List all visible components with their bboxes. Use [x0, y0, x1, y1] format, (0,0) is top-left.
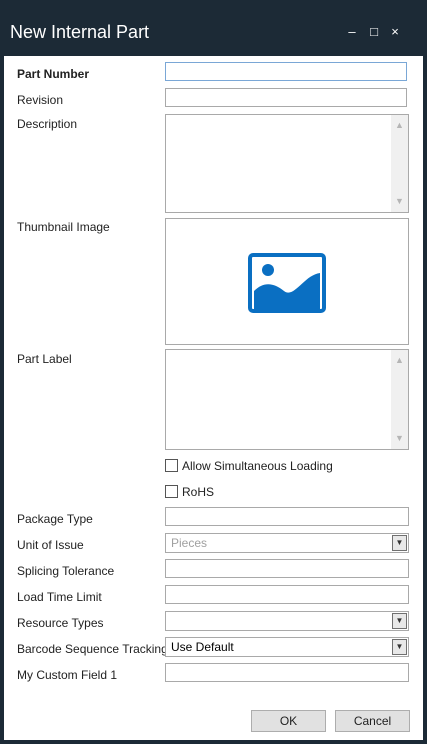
scroll-up-icon[interactable]: ▲ [391, 352, 408, 369]
form-panel: Part Number Revision Description ▲ ▼ Thu… [4, 56, 423, 740]
scroll-up-icon[interactable]: ▲ [391, 117, 408, 134]
minimize-icon[interactable]: – [344, 24, 360, 40]
description-scrollbar[interactable]: ▲ ▼ [391, 115, 408, 212]
dialog-window: New Internal Part – □ × Part Number Revi… [0, 0, 427, 744]
load-time-limit-input[interactable] [165, 585, 409, 604]
revision-input[interactable] [165, 88, 407, 107]
load-time-limit-label: Load Time Limit [17, 590, 102, 604]
cancel-button[interactable]: Cancel [335, 710, 410, 732]
resource-types-label: Resource Types [17, 616, 104, 630]
description-textarea[interactable]: ▲ ▼ [165, 114, 409, 213]
unit-of-issue-value: Pieces [171, 536, 208, 550]
splicing-tolerance-input[interactable] [165, 559, 409, 578]
barcode-sequence-tracking-select[interactable]: Use Default ▼ [165, 637, 409, 657]
chevron-down-icon[interactable]: ▼ [392, 639, 407, 655]
rohs-checkbox[interactable] [165, 485, 178, 498]
scroll-down-icon[interactable]: ▼ [391, 430, 408, 447]
chevron-down-icon[interactable]: ▼ [392, 613, 407, 629]
thumbnail-image-box[interactable] [165, 218, 409, 345]
barcode-sequence-tracking-value: Use Default [171, 640, 234, 654]
barcode-sequence-tracking-label: Barcode Sequence Tracking [17, 642, 168, 656]
thumbnail-image-label: Thumbnail Image [17, 220, 110, 234]
package-type-label: Package Type [17, 512, 93, 526]
package-type-input[interactable] [165, 507, 409, 526]
window-title: New Internal Part [10, 22, 150, 42]
allow-simultaneous-loading-checkbox[interactable] [165, 459, 178, 472]
scroll-down-icon[interactable]: ▼ [391, 193, 408, 210]
part-label-textarea[interactable]: ▲ ▼ [165, 349, 409, 450]
part-number-input[interactable] [165, 62, 407, 81]
revision-label: Revision [17, 93, 64, 107]
resource-types-select[interactable]: ▼ [165, 611, 409, 631]
image-placeholder-icon [248, 253, 326, 313]
ok-button[interactable]: OK [251, 710, 326, 732]
maximize-icon[interactable]: □ [366, 24, 382, 40]
allow-simultaneous-loading-label: Allow Simultaneous Loading [182, 459, 333, 473]
chevron-down-icon[interactable]: ▼ [392, 535, 407, 551]
close-icon[interactable]: × [387, 24, 403, 40]
rohs-label: RoHS [182, 485, 215, 499]
unit-of-issue-label: Unit of Issue [17, 538, 84, 552]
custom-field-1-input[interactable] [165, 663, 409, 682]
part-label-scrollbar[interactable]: ▲ ▼ [391, 350, 408, 449]
unit-of-issue-select[interactable]: Pieces ▼ [165, 533, 409, 553]
part-number-label: Part Number [17, 67, 90, 81]
description-label: Description [17, 117, 78, 131]
custom-field-1-label: My Custom Field 1 [17, 668, 118, 682]
title-bar[interactable]: New Internal Part – □ × [0, 0, 427, 62]
part-label-label: Part Label [17, 352, 72, 366]
splicing-tolerance-label: Splicing Tolerance [17, 564, 115, 578]
